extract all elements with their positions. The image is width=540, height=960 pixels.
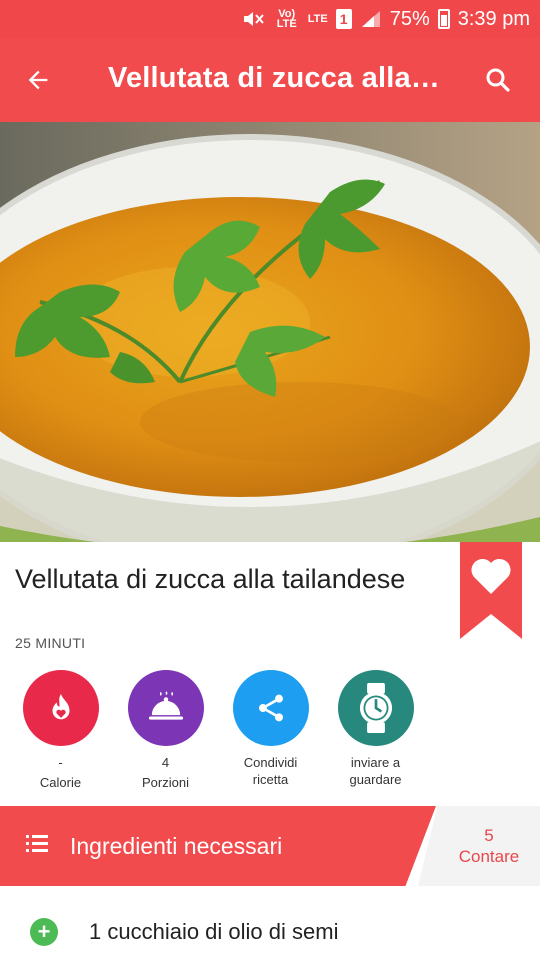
battery-percent: 75% [389,7,430,30]
recipe-time: 25 MINUTI [15,635,86,651]
ingredients-count-label: Contare [458,847,520,866]
recipe-info: Vellutata di zucca alla tailandese 25 MI… [0,542,540,806]
ingredient-text: 1 cucchiaio di olio di semi [89,919,339,944]
serving-dish-icon[interactable] [127,670,204,746]
watch-icon[interactable] [337,670,414,746]
share-label-line1: Condividi [243,755,298,770]
ingredients-title: Ingredienti necessari [70,833,283,859]
share-label-line2: ricetta [252,772,289,787]
recipe-screen: Vo) LTE LTE 1 75% 3:39 pm Vellutata di z… [0,0,540,960]
list-item[interactable]: + 1 cucchiaio di olio di semi [0,886,540,960]
signal-icon [360,9,382,29]
favorite-ribbon[interactable] [460,542,522,639]
watch-label-line1: inviare a [350,755,401,770]
flame-heart-icon[interactable] [22,670,99,746]
search-icon[interactable] [478,60,518,100]
mute-icon [242,9,266,29]
recipe-title: Vellutata di zucca alla tailandese [15,564,406,594]
ingredients-count: 5 [484,826,494,845]
calories-value: - [58,755,63,770]
clock: 3:39 pm [457,7,530,30]
calories-label: Calorie [39,775,82,790]
recipe-photo [0,122,540,542]
app-bar: Vellutata di zucca alla t… [0,38,540,122]
battery-icon [437,9,450,29]
calories-action[interactable]: - Calorie [8,670,113,792]
share-action[interactable]: Condividi ricetta [218,670,323,789]
ingredients-count-box: 5 Contare [418,806,540,886]
portions-label: Porzioni [142,775,189,790]
sim-icon: 1 [335,9,352,29]
app-bar-title: Vellutata di zucca alla t… [108,62,448,94]
watch-action[interactable]: inviare a guardare [323,670,428,789]
status-bar: Vo) LTE LTE 1 75% 3:39 pm [0,0,540,38]
list-icon [26,834,50,859]
watch-label-line2: guardare [349,772,402,787]
ingredients-header: Ingredienti necessari 5 Contare [0,806,540,886]
lte-icon: LTE [307,13,328,25]
portions-action[interactable]: 4 Porzioni [113,670,218,792]
volte-icon: Vo) LTE [276,8,297,30]
portions-value: 4 [161,755,170,770]
add-icon[interactable]: + [30,918,58,946]
arrow-back-icon[interactable] [18,60,58,100]
share-icon[interactable] [232,670,309,746]
action-row: - Calorie 4 Porzioni Condividi ricetta i… [0,670,540,800]
